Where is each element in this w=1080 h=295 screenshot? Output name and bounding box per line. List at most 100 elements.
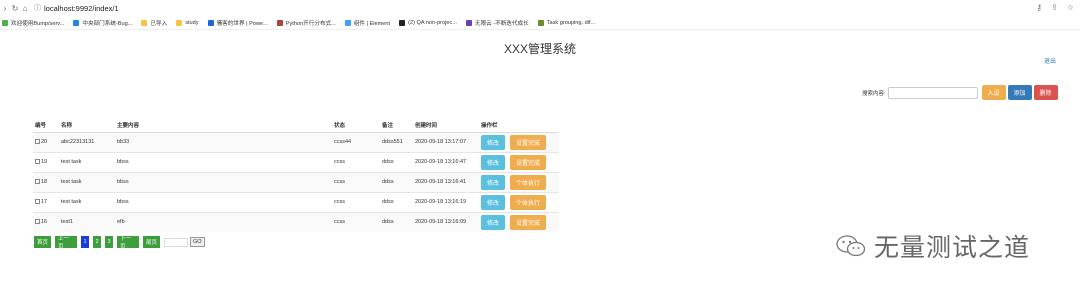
row-action-button[interactable]: 个体执行 (510, 194, 546, 210)
bookmark-item[interactable]: Task grouping, dif... (537, 19, 596, 26)
row-actions: 修改 设置完成 (479, 211, 559, 232)
bookmark-item[interactable]: 组件 | Element (344, 19, 391, 27)
next-page-button[interactable]: 下一页 (117, 236, 139, 250)
row-id: 17 (41, 199, 48, 205)
bookmark-label: Python开行分布式... (285, 20, 336, 27)
row-action-button[interactable]: 设置完成 (510, 134, 546, 150)
bookmark-icon (276, 19, 283, 26)
address-bar[interactable]: ⓘ localhost:9992/index/1 (34, 3, 119, 13)
row-id-cell: 17 (33, 191, 59, 212)
bookmark-item[interactable]: 骚客的世界 | Powe... (207, 19, 268, 27)
column-header-status: 状态 (332, 118, 380, 133)
row-content: bbss (115, 191, 332, 212)
row-id-cell: 19 (33, 151, 59, 172)
table-header-row: 编号 名称 主要内容 状态 备注 创建时间 操作栏 (33, 118, 559, 133)
key-icon[interactable]: ⚷ (1036, 3, 1042, 12)
row-name: test task (59, 171, 115, 192)
bookmark-icon (73, 19, 80, 26)
row-name: test task (59, 191, 115, 212)
go-button[interactable]: GO (190, 237, 205, 247)
share-icon[interactable]: ⇪ (1051, 3, 1058, 12)
row-action-button[interactable]: 个体执行 (510, 174, 546, 190)
delete-button[interactable]: 删除 (1033, 85, 1058, 100)
bookmark-icon (2, 19, 8, 26)
row-checkbox[interactable] (35, 139, 40, 145)
row-status: ccss (332, 151, 380, 172)
pagination: 首页 上一页 123 下一页 尾页 GO (34, 236, 205, 250)
bookmark-item[interactable]: 中央部门系统-Bug... (73, 19, 132, 27)
edit-button[interactable]: 修改 (481, 134, 505, 150)
bookmark-icon (399, 19, 406, 26)
edit-button[interactable]: 修改 (481, 174, 505, 190)
row-remark: ddss551 (380, 131, 413, 152)
edit-button[interactable]: 修改 (481, 214, 505, 230)
row-checkbox[interactable] (35, 219, 40, 225)
page-jump-input[interactable] (164, 237, 188, 247)
bookmark-item[interactable]: Python开行分布式... (276, 19, 336, 27)
row-action-button[interactable]: 设置完成 (510, 214, 546, 230)
column-header-name: 名称 (59, 118, 115, 133)
page-number-button[interactable]: 2 (93, 236, 101, 248)
page-number-button[interactable]: 3 (105, 236, 113, 248)
table-row: 19 test task bbss ccss ddss 2020-09-18 13:16:… (33, 151, 559, 172)
page-number-button[interactable]: 1 (81, 236, 89, 248)
column-header-content: 主要内容 (115, 118, 332, 133)
row-checkbox[interactable] (35, 159, 40, 165)
row-actions: 修改 个体执行 (479, 171, 559, 192)
bookmark-item[interactable]: 已导入 (141, 19, 167, 27)
row-id: 16 (41, 219, 48, 226)
first-page-button[interactable]: 首页 (34, 236, 51, 248)
table-row: 20 abc22313131 bb33 ccss44 ddss551 2020-09-18… (33, 131, 559, 152)
bookmark-label: study (185, 19, 199, 26)
search-button[interactable]: 添加 (1007, 85, 1032, 100)
row-action-button[interactable]: 设置完成 (510, 154, 546, 170)
table-row: 16 test1 efb ccss ddss 2020-09-18 13:16:09 修改设… (33, 211, 559, 232)
row-actions: 修改 设置完成 (479, 131, 559, 152)
row-content: efb (115, 211, 332, 232)
row-status: ccss (332, 171, 380, 192)
logout-link[interactable]: 退出 (1044, 56, 1056, 65)
url-text[interactable]: localhost:9992/index/1 (44, 4, 119, 13)
bookmark-label: Task grouping, dif... (546, 19, 596, 26)
column-header-remark: 备注 (380, 118, 413, 133)
row-created: 2020-09-18 13:16:19 (413, 191, 479, 212)
edit-button[interactable]: 修改 (481, 154, 505, 170)
bookmark-icon (141, 19, 148, 26)
row-remark: ddss (380, 171, 413, 192)
add-button[interactable]: 入设 (981, 85, 1006, 100)
row-content: bbss (115, 151, 332, 172)
table-row: 17 test task bbss ccss ddss 2020-09-18 13:16:… (33, 191, 559, 212)
bookmark-item[interactable]: study (176, 19, 199, 26)
star-icon[interactable]: ☆ (1067, 3, 1074, 12)
row-created: 2020-09-18 13:16:41 (413, 171, 479, 192)
row-created: 2020-09-18 13:16:47 (413, 151, 479, 172)
bookmark-label: 中央部门系统-Bug... (82, 20, 133, 27)
row-checkbox[interactable] (35, 199, 40, 205)
bookmark-item[interactable]: 欢迎使用Bump/serv... (2, 19, 64, 27)
row-status: ccss (332, 191, 380, 212)
watermark: 无量测试之道 (836, 228, 1030, 264)
prev-page-button[interactable]: 上一页 (55, 236, 77, 250)
edit-button[interactable]: 修改 (481, 194, 505, 210)
row-created: 2020-09-18 13:17:07 (413, 131, 479, 152)
column-header-actions: 操作栏 (479, 118, 559, 133)
row-checkbox[interactable] (35, 179, 40, 185)
last-page-button[interactable]: 尾页 (143, 236, 160, 248)
task-table: 编号 名称 主要内容 状态 备注 创建时间 操作栏 20 abc22313131 b… (33, 118, 559, 232)
bookmark-label: (2) QA non-projec... (408, 19, 457, 26)
search-input[interactable] (887, 86, 978, 99)
bookmark-label: 组件 | Element (353, 20, 391, 27)
bookmark-icon (207, 19, 214, 26)
bookmark-item[interactable]: (2) QA non-projec... (399, 19, 457, 26)
column-header-created: 创建时间 (413, 118, 479, 133)
bookmarks-bar: 欢迎使用Bump/serv... 中央部门系统-Bug... 已导入 study 骚客的… (0, 16, 1080, 30)
info-icon: ⓘ (34, 5, 41, 12)
watermark-text: 无量测试之道 (874, 234, 1031, 262)
row-id-cell: 20 (33, 131, 59, 152)
home-icon[interactable]: ⌂ (20, 4, 30, 13)
reload-icon[interactable]: ↻ (10, 4, 20, 13)
back-icon[interactable]: › (0, 4, 10, 13)
row-actions: 修改 设置完成 (479, 151, 559, 172)
bookmark-item[interactable]: 无限云 -不断迭代成长 (465, 19, 529, 27)
bookmark-icon (465, 19, 472, 26)
